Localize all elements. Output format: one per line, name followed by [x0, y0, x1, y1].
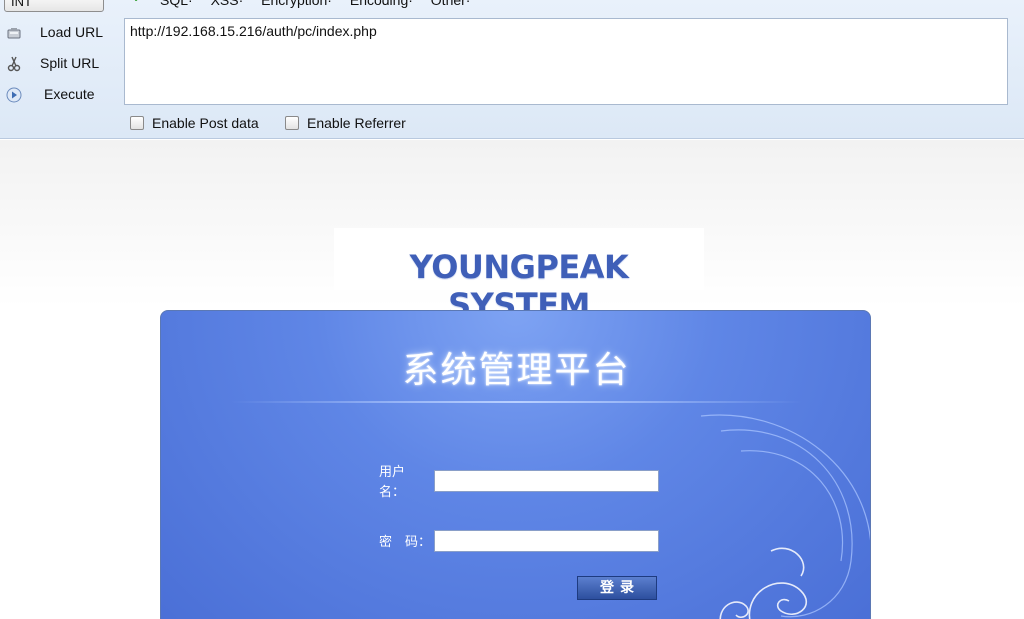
password-label: 密 码：	[379, 535, 432, 550]
hackbar-toolbar: INT ✔ SQL· XSS· Encryption· Encoding· Ot…	[0, 0, 1024, 139]
page-content: YOUNGPEAK SYSTEM 系统管理平台 用户名： 密 码： 登录	[0, 140, 1024, 619]
checkbox-box[interactable]	[130, 116, 144, 130]
split-url-button[interactable]: Split URL	[0, 51, 118, 77]
enable-post-data-label: Enable Post data	[152, 115, 259, 131]
hackbar-menu: SQL· XSS· Encryption· Encoding· Other·	[160, 0, 484, 8]
title-divider	[231, 401, 802, 403]
username-label: 用户名：	[379, 465, 406, 500]
checkbox-box[interactable]	[285, 116, 299, 130]
swirl-decoration-icon	[700, 414, 870, 619]
url-textarea[interactable]: http://192.168.15.216/auth/pc/index.php	[124, 18, 1008, 105]
execute-button[interactable]: Execute	[0, 82, 118, 108]
username-input[interactable]	[434, 470, 659, 492]
encoding-type-select[interactable]: INT	[4, 0, 104, 12]
check-icon[interactable]: ✔	[133, 0, 143, 4]
password-input[interactable]	[434, 530, 659, 552]
menu-other[interactable]: Other·	[431, 0, 471, 8]
split-url-label: Split URL	[40, 55, 100, 71]
enable-referrer-label: Enable Referrer	[307, 115, 406, 131]
play-icon	[6, 87, 22, 103]
panel-title: 系统管理平台	[402, 350, 631, 391]
enable-post-data-checkbox[interactable]: Enable Post data	[130, 114, 280, 134]
menu-xss[interactable]: XSS·	[211, 0, 244, 8]
load-url-label: Load URL	[40, 24, 104, 40]
menu-sql[interactable]: SQL·	[160, 0, 193, 8]
login-panel: 系统管理平台 用户名： 密 码： 登录	[160, 310, 871, 619]
logo-banner: YOUNGPEAK SYSTEM	[334, 228, 704, 324]
login-button[interactable]: 登录	[577, 576, 657, 600]
scissors-icon	[7, 56, 21, 72]
menu-encoding[interactable]: Encoding·	[350, 0, 413, 8]
enable-referrer-checkbox[interactable]: Enable Referrer	[285, 114, 425, 134]
load-url-button[interactable]: Load URL	[0, 20, 118, 46]
menu-icons: ✔	[115, 0, 151, 7]
load-url-icon	[7, 28, 21, 39]
menu-encryption[interactable]: Encryption·	[261, 0, 332, 8]
execute-label: Execute	[44, 86, 95, 102]
